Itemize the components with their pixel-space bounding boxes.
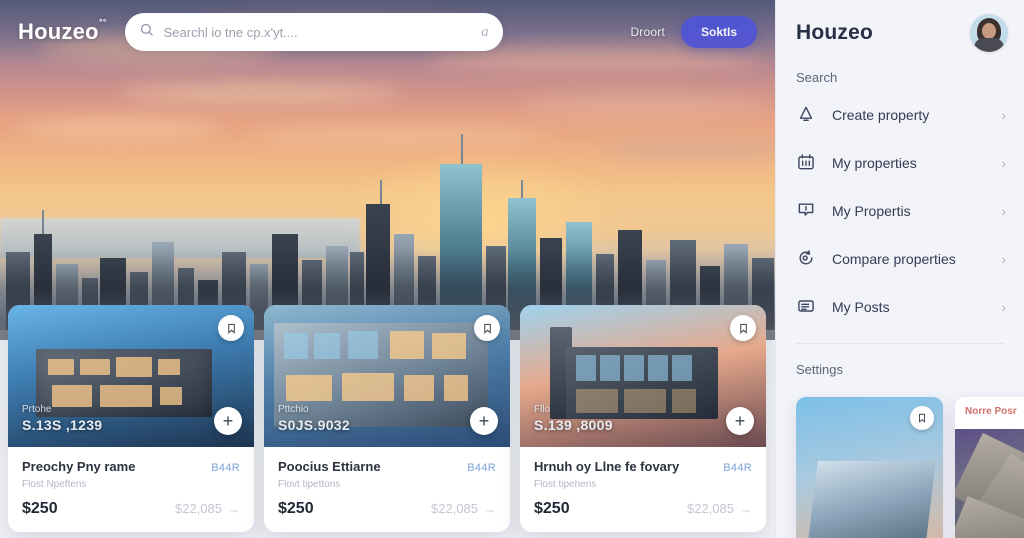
glass-building-shape <box>806 461 936 538</box>
app-logo[interactable]: Houzeo °° <box>18 17 107 45</box>
sidebar-item-label: My Propertis <box>832 203 911 219</box>
property-title: Hrnuh oy Llne fe fovary <box>534 459 680 474</box>
overlay-price: S.13S ,1239 <box>22 417 103 433</box>
bookmark-icon[interactable] <box>910 406 934 430</box>
search-icon <box>139 22 154 42</box>
property-card-list: + Prtohe S.13S ,1239 Preochy Pny rame B4… <box>8 305 768 532</box>
sidebar-search-label[interactable]: Search <box>776 52 1024 91</box>
property-price-row: $250 $22,085 → <box>278 500 496 518</box>
property-old-price: $22,085 <box>431 501 478 516</box>
property-badge: B44R <box>211 462 240 474</box>
avatar-body <box>974 38 1004 52</box>
header-nav: Droort SoktIs <box>630 16 757 48</box>
sidebar-item-my-posts[interactable]: My Posts › <box>776 283 1024 331</box>
arrow-right-icon[interactable]: → <box>228 502 240 516</box>
bell-icon <box>796 104 818 126</box>
sidebar-promo-card[interactable] <box>796 397 943 538</box>
property-card-body: Hrnuh oy Llne fe fovary B44R Flost tipeh… <box>520 447 766 532</box>
overlay-price: S.139 ,8009 <box>534 417 613 433</box>
search-input[interactable] <box>163 24 476 40</box>
sidebar-item-create-property[interactable]: Create property › <box>776 91 1024 139</box>
property-card[interactable]: + Fllo S.139 ,8009 Hrnuh oy Llne fe fova… <box>520 305 766 532</box>
chevron-right-icon: › <box>1001 203 1006 219</box>
header-action-button[interactable]: SoktIs <box>680 16 757 48</box>
cloud <box>120 84 400 102</box>
property-title-row: Hrnuh oy Llne fe fovary B44R <box>534 459 752 474</box>
overlay-label: Fllo <box>534 404 551 415</box>
chevron-right-icon: › <box>1001 299 1006 315</box>
property-price: $250 <box>22 500 58 517</box>
arrow-right-icon[interactable]: → <box>484 502 496 516</box>
property-badge: B44R <box>467 462 496 474</box>
property-title: Poocius Ettiarne <box>278 459 381 474</box>
avatar[interactable] <box>970 14 1008 52</box>
property-subtitle: Flost tipehens <box>534 479 597 490</box>
overlay-label: Prtohe <box>22 404 52 415</box>
property-old-price: $22,085 <box>687 501 734 516</box>
property-price: $250 <box>278 500 314 517</box>
sidebar-header: Houzeo <box>776 0 1024 52</box>
overlay-price: S0JS.9032 <box>278 417 350 433</box>
chevron-right-icon: › <box>1001 251 1006 267</box>
avatar-face <box>982 23 996 39</box>
bookmark-icon[interactable] <box>218 315 244 341</box>
sidebar-item-label: My properties <box>832 155 917 171</box>
list-icon <box>796 296 818 318</box>
sidebar-item-my-properties[interactable]: My properties › <box>776 139 1024 187</box>
sidebar-title: Houzeo <box>796 21 874 44</box>
bookmark-icon[interactable] <box>474 315 500 341</box>
property-price: $250 <box>534 500 570 517</box>
app-logo-text: Houzeo <box>18 19 99 44</box>
chevron-right-icon: › <box>1001 107 1006 123</box>
property-badge: B44R <box>723 462 752 474</box>
search-glyph-icon[interactable]: a <box>475 24 489 41</box>
compare-icon <box>796 248 818 270</box>
property-card[interactable]: + Pttchio S0JS.9032 Poocius Ettiarne B44… <box>264 305 510 532</box>
property-title-row: Preochy Pny rame B44R <box>22 459 240 474</box>
sidebar-promo-card[interactable]: Norre Posr <box>955 397 1024 538</box>
property-thumbnail: + Pttchio S0JS.9032 <box>264 305 510 447</box>
plus-icon[interactable]: + <box>470 407 498 435</box>
property-thumbnail: + Fllo S.139 ,8009 <box>520 305 766 447</box>
property-card-body: Poocius Ettiarne B44R Flovt tipettons $2… <box>264 447 510 532</box>
app-root: Houzeo°° a Droort SoktIs <box>0 0 1024 538</box>
search-bar[interactable]: a <box>124 13 503 51</box>
thumbnail-overlay: Pttchio S0JS.9032 <box>278 404 350 433</box>
chevron-right-icon: › <box>1001 155 1006 171</box>
main-content: Houzeo°° a Droort SoktIs <box>0 0 775 538</box>
thumbnail-overlay: Fllo S.139 ,8009 <box>534 404 613 433</box>
sidebar-item-label: Compare properties <box>832 251 956 267</box>
property-price-row: $250 $22,085 → <box>22 500 240 518</box>
calendar-icon <box>796 152 818 174</box>
arrow-right-icon[interactable]: → <box>740 502 752 516</box>
property-title-row: Poocius Ettiarne B44R <box>278 459 496 474</box>
top-header: Houzeo°° a Droort SoktIs <box>0 0 775 64</box>
promo-card-image <box>955 429 1024 538</box>
sidebar-item-compare-properties[interactable]: Compare properties › <box>776 235 1024 283</box>
promo-card-label: Norre Posr <box>965 406 1017 417</box>
property-subtitle: Flost Npeftens <box>22 479 87 490</box>
sidebar-item-my-propertis[interactable]: My Propertis › <box>776 187 1024 235</box>
sidebar-promo-cards: Norre Posr <box>776 383 1024 538</box>
property-card[interactable]: + Prtohe S.13S ,1239 Preochy Pny rame B4… <box>8 305 254 532</box>
plus-icon[interactable]: + <box>214 407 242 435</box>
thumbnail-overlay: Prtohe S.13S ,1239 <box>22 404 102 433</box>
property-subtitle: Flovt tipettons <box>278 479 341 490</box>
sidebar-item-label: My Posts <box>832 299 890 315</box>
property-title: Preochy Pny rame <box>22 459 136 474</box>
property-price-row: $250 $22,085 → <box>534 500 752 518</box>
property-old-price: $22,085 <box>175 501 222 516</box>
logo-trademark: °° <box>99 17 107 27</box>
chat-icon <box>796 200 818 222</box>
overlay-label: Pttchio <box>278 404 309 415</box>
property-thumbnail: + Prtohe S.13S ,1239 <box>8 305 254 447</box>
property-card-body: Preochy Pny rame B44R Flost Npeftens $25… <box>8 447 254 532</box>
bookmark-icon[interactable] <box>730 315 756 341</box>
plus-icon[interactable]: + <box>726 407 754 435</box>
header-nav-link[interactable]: Droort <box>630 25 665 39</box>
cloud <box>520 96 770 118</box>
right-sidebar: Houzeo Search Create property › My prope… <box>775 0 1024 538</box>
sidebar-settings-label[interactable]: Settings <box>776 344 1024 383</box>
sidebar-item-label: Create property <box>832 107 930 123</box>
